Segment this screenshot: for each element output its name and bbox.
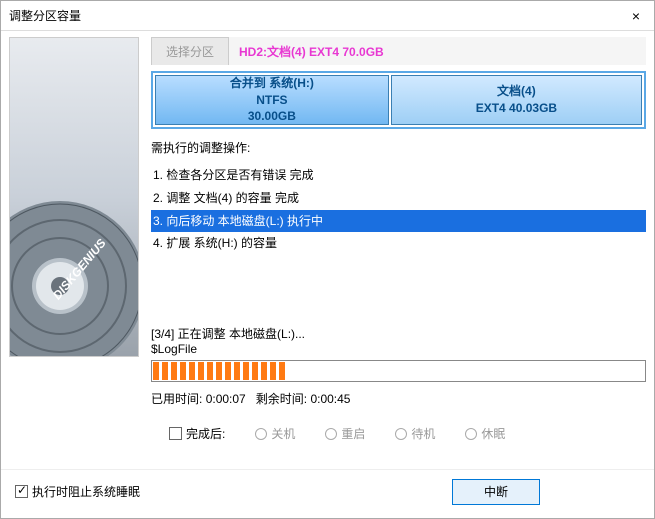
- operations-list: 1. 检查各分区是否有错误 完成 2. 调整 文档(4) 的容量 完成 3. 向…: [151, 164, 646, 255]
- status-file: $LogFile: [151, 342, 646, 356]
- remain-label: 剩余时间:: [256, 392, 307, 406]
- list-item: 1. 检查各分区是否有错误 完成: [151, 164, 646, 187]
- partition-size: EXT4 40.03GB: [476, 100, 557, 117]
- partition-block-1[interactable]: 合并到 系统(H:) NTFS 30.00GB: [155, 75, 389, 125]
- window-title: 调整分区容量: [9, 7, 626, 24]
- time-row: 已用时间: 0:00:07 剩余时间: 0:00:45: [151, 390, 646, 407]
- radio-icon: [255, 428, 267, 440]
- status-line: [3/4] 正在调整 本地磁盘(L:)...: [151, 325, 646, 342]
- status-text: [3/4] 正在调整 本地磁盘(L:)... $LogFile: [151, 325, 646, 356]
- close-icon[interactable]: ×: [626, 8, 646, 24]
- after-complete-row: 完成后: 关机 重启 待机 休眠: [151, 425, 646, 442]
- elapsed-label: 已用时间:: [151, 392, 202, 406]
- elapsed-value: 0:00:07: [206, 392, 246, 406]
- radio-icon: [395, 428, 407, 440]
- radio-icon: [325, 428, 337, 440]
- prevent-sleep-checkbox[interactable]: ✓ 执行时阻止系统睡眠: [15, 483, 140, 500]
- radio-shutdown[interactable]: 关机: [255, 425, 295, 442]
- radio-label: 待机: [411, 425, 435, 442]
- prevent-sleep-label: 执行时阻止系统睡眠: [32, 483, 140, 500]
- partition-label: 文档(4): [497, 83, 536, 100]
- radio-hibernate[interactable]: 休眠: [465, 425, 505, 442]
- partition-label: 合并到 系统(H:): [230, 75, 314, 92]
- progress-fill: [153, 362, 286, 380]
- radio-standby[interactable]: 待机: [395, 425, 435, 442]
- partition-block-2[interactable]: 文档(4) EXT4 40.03GB: [391, 75, 642, 125]
- radio-icon: [465, 428, 477, 440]
- radio-label: 休眠: [481, 425, 505, 442]
- titlebar: 调整分区容量 ×: [1, 1, 654, 31]
- progress-bar: [151, 360, 646, 382]
- remain-value: 0:00:45: [310, 392, 350, 406]
- disk-layout-bar: 合并到 系统(H:) NTFS 30.00GB 文档(4) EXT4 40.03…: [151, 71, 646, 129]
- main-area: DISKGENIUS 选择分区 HD2:文档(4) EXT4 70.0GB 合并…: [1, 31, 654, 469]
- list-item-active: 3. 向后移动 本地磁盘(L:) 执行中: [151, 210, 646, 233]
- abort-button[interactable]: 中断: [452, 479, 540, 505]
- sidebar-image: DISKGENIUS: [9, 37, 139, 357]
- partition-size: 30.00GB: [248, 108, 296, 125]
- partition-fs: NTFS: [256, 92, 287, 109]
- radio-label: 关机: [271, 425, 295, 442]
- checkbox-icon: [169, 427, 182, 440]
- footer: ✓ 执行时阻止系统睡眠 中断: [1, 469, 654, 513]
- tab-select-partition[interactable]: 选择分区: [151, 37, 229, 65]
- tab-row: 选择分区 HD2:文档(4) EXT4 70.0GB: [151, 37, 646, 65]
- partition-info: HD2:文档(4) EXT4 70.0GB: [229, 43, 384, 60]
- radio-label: 重启: [341, 425, 365, 442]
- after-label: 完成后:: [186, 425, 225, 442]
- operations-header: 需执行的调整操作:: [151, 139, 646, 156]
- radio-restart[interactable]: 重启: [325, 425, 365, 442]
- list-item: 2. 调整 文档(4) 的容量 完成: [151, 187, 646, 210]
- right-pane: 选择分区 HD2:文档(4) EXT4 70.0GB 合并到 系统(H:) NT…: [139, 37, 646, 469]
- list-item: 4. 扩展 系统(H:) 的容量: [151, 232, 646, 255]
- after-checkbox[interactable]: 完成后:: [169, 425, 225, 442]
- checkbox-icon: ✓: [15, 485, 28, 498]
